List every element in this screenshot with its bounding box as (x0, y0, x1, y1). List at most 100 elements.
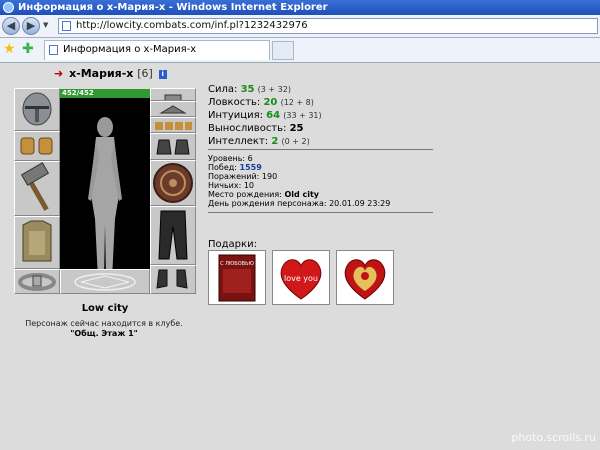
weapon-slot[interactable] (14, 161, 60, 216)
helmet-slot[interactable] (14, 88, 60, 131)
stat-bonus: (12 + 8) (280, 98, 314, 107)
gloves-icon (156, 139, 190, 155)
info-value: 20.01.09 23:29 (329, 199, 391, 208)
character-header: ➜ x-Мария-x [6] i (54, 67, 167, 80)
info-wins: Побед: 1559 (208, 163, 390, 172)
rings-icon (155, 122, 192, 130)
stat-label: Интуиция: (208, 110, 263, 121)
character-level: [6] (137, 67, 153, 80)
gift-heart-rose[interactable] (336, 250, 394, 305)
bracers-slot[interactable] (14, 131, 60, 161)
ring-slot-2[interactable] (150, 101, 196, 117)
page-icon (62, 21, 71, 31)
address-input[interactable]: http://lowcity.combats.com/inf.pl?123243… (58, 18, 598, 34)
city-name: Low city (81, 303, 129, 314)
stat-label: Сила: (208, 84, 238, 95)
boots-slot[interactable] (150, 265, 196, 294)
stat-label: Ловкость: (208, 97, 261, 108)
pants-slot[interactable] (150, 206, 196, 265)
info-value: 190 (261, 172, 278, 181)
armor-slot[interactable] (14, 216, 60, 269)
ring-icon-2 (159, 105, 187, 114)
stat-value: 25 (289, 123, 304, 134)
back-button[interactable]: ◀ (2, 17, 20, 35)
stat-intellect: Интеллект: 2 (0 + 2) (208, 135, 322, 148)
stat-intuition: Интуиция: 64 (33 + 31) (208, 109, 322, 122)
rings-slot-3[interactable] (150, 117, 196, 133)
character-name: x-Мария-x (69, 67, 134, 80)
ring-slot-1[interactable] (150, 88, 196, 101)
info-birthplace: Место рождения: Old city (208, 190, 390, 199)
character-avatar (60, 89, 150, 294)
belt-slot[interactable] (14, 269, 60, 294)
info-label: День рождения персонажа: (208, 199, 327, 208)
stat-label: Выносливость: (208, 123, 287, 134)
info-value: 6 (247, 154, 253, 163)
gloves-slot[interactable] (150, 133, 196, 160)
emblem-icon (74, 273, 136, 291)
arrow-icon: ➜ (54, 67, 64, 80)
gift-book-caption: С ЛЮБОВЬЮ (220, 261, 254, 267)
location-room: "Общ. Этаж 1" (70, 329, 138, 338)
tab-active[interactable]: Информация о x-Мария-x (44, 40, 270, 60)
location-text: Персонаж сейчас находится в клубе. (25, 319, 183, 328)
stat-bonus: (0 + 2) (281, 137, 310, 146)
info-level: Уровень: 6 (208, 154, 390, 163)
stat-bonus: (33 + 31) (283, 111, 322, 120)
info-label: Поражений: (208, 172, 260, 181)
info-block: Уровень: 6 Побед: 1559 Поражений: 190 Ни… (208, 154, 390, 208)
info-birthday: День рождения персонажа: 20.01.09 23:29 (208, 199, 390, 208)
info-icon[interactable]: i (158, 70, 167, 79)
pants-icon (158, 210, 188, 260)
hammer-icon (20, 162, 50, 211)
info-draws: Ничьих: 10 (208, 181, 390, 190)
add-favorites-icon[interactable]: ✚ (22, 41, 34, 57)
rose-heart-gift-icon (344, 259, 386, 300)
info-label: Уровень: (208, 154, 246, 163)
page-content: ➜ x-Мария-x [6] i 452/452 Low city Персо… (0, 63, 600, 450)
tab-label: Информация о x-Мария-x (63, 44, 197, 55)
tab-page-icon (49, 45, 58, 55)
watermark: photo.scrolls.ru (511, 431, 596, 444)
stat-value: 35 (240, 84, 255, 95)
figure-silhouette (88, 117, 122, 279)
bracers-icon (20, 137, 53, 155)
heart-gift-icon: love you (280, 259, 322, 300)
address-url: http://lowcity.combats.com/inf.pl?123243… (76, 20, 308, 31)
stat-agility: Ловкость: 20 (12 + 8) (208, 96, 322, 109)
helmet-icon (22, 92, 52, 126)
belt-icon (18, 273, 56, 291)
info-value: 10 (243, 181, 255, 190)
favorites-star-icon[interactable]: ★ (3, 41, 16, 57)
stat-endurance: Выносливость: 25 (208, 122, 322, 135)
window-titlebar: Информация о x-Мария-x - Windows Interne… (0, 0, 600, 15)
divider-bottom (208, 212, 433, 213)
stat-value: 20 (263, 97, 278, 108)
info-label: Ничьих: (208, 181, 242, 190)
book-gift-icon: С ЛЮБОВЬЮ (218, 254, 256, 302)
divider-top (208, 149, 433, 150)
gift-heart-caption: love you (284, 274, 318, 283)
shield-icon (153, 163, 193, 203)
stat-value: 64 (266, 110, 281, 121)
info-label: Место рождения: (208, 190, 282, 199)
hp-bar: 452/452 (60, 89, 150, 98)
info-losses: Поражений: 190 (208, 172, 390, 181)
shield-slot[interactable] (150, 160, 196, 206)
ie-icon (3, 2, 14, 13)
address-bar-row: ◀ ▶ ▼ http://lowcity.combats.com/inf.pl?… (0, 15, 600, 38)
armor-icon (22, 220, 52, 262)
gift-heart-loveyou[interactable]: love you (272, 250, 330, 305)
stat-strength: Сила: 35 (3 + 32) (208, 83, 322, 96)
stat-bonus: (3 + 32) (257, 85, 291, 94)
emblem-slot (60, 269, 150, 294)
stat-value: 2 (271, 136, 279, 147)
gift-book[interactable]: С ЛЮБОВЬЮ (208, 250, 266, 305)
window-title: Информация о x-Мария-x - Windows Interne… (18, 2, 328, 13)
boots-icon (156, 269, 188, 289)
info-label: Побед: (208, 163, 237, 172)
stats-block: Сила: 35 (3 + 32) Ловкость: 20 (12 + 8) … (208, 83, 322, 148)
recent-pages-dropdown-icon[interactable]: ▼ (43, 21, 48, 29)
new-tab-button[interactable] (272, 41, 294, 60)
forward-button[interactable]: ▶ (22, 17, 40, 35)
